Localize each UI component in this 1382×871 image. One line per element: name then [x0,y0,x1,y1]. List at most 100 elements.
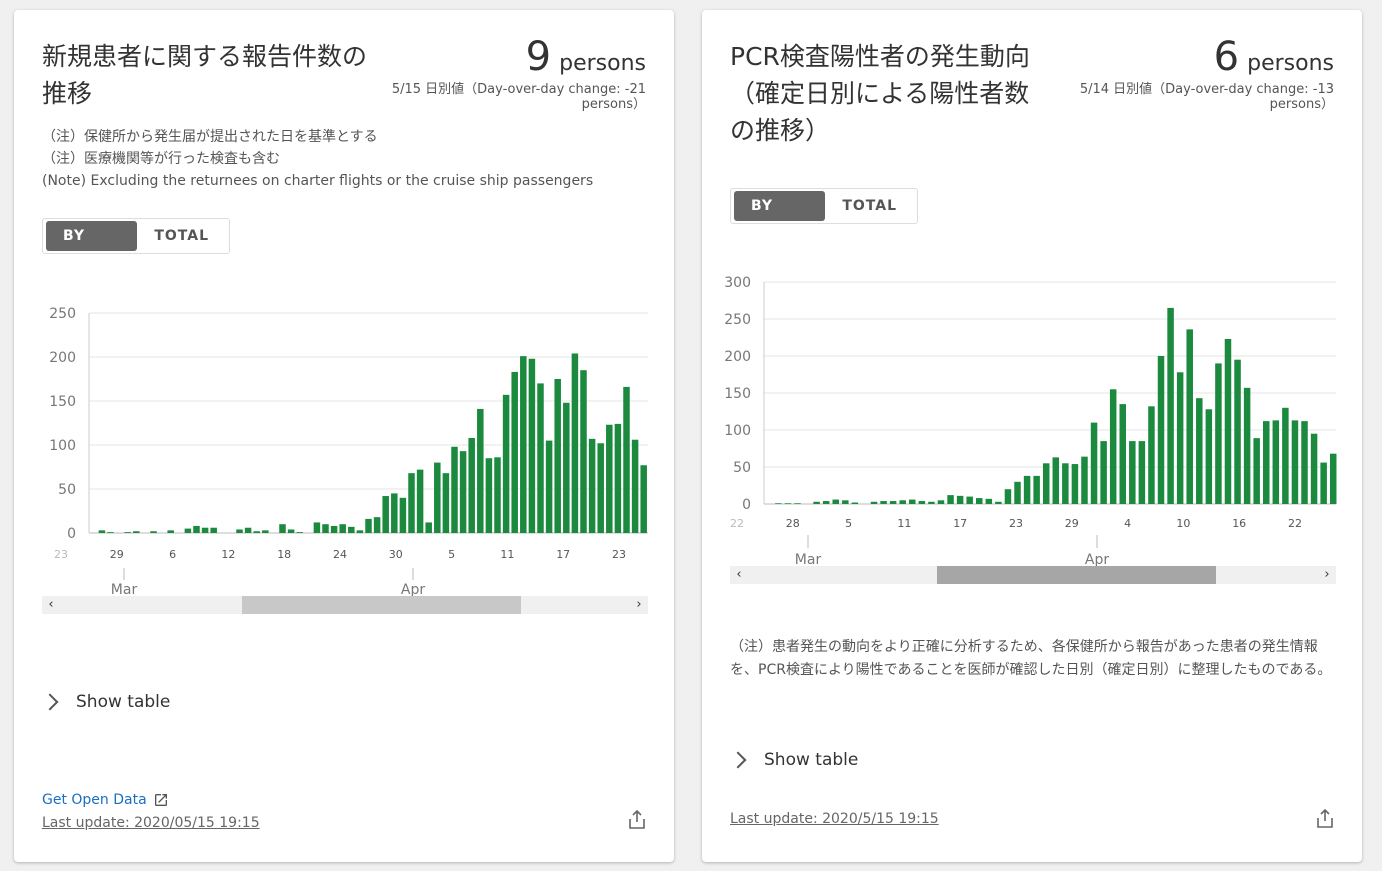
headline-subtext: 5/14 日別値（Day-over-day change: -13 person… [1079,82,1334,112]
bar [580,370,587,533]
external-link-icon [154,794,167,806]
bar [966,496,973,504]
x-tick-label: 29 [1065,517,1079,530]
bar [373,517,381,533]
by-day-button[interactable]: BY DAY [46,221,138,274]
card-title: PCR検査陽性者の発生動向（確定日別による陽性者数の推移） [730,42,1030,145]
scroll-left-icon[interactable]: ‹ [732,566,746,584]
scroll-right-icon[interactable]: › [1320,566,1334,584]
x-tick-label: 12 [221,548,235,561]
x-tick-label: 30 [389,548,403,561]
bar [1167,307,1174,504]
scrollbar-thumb[interactable] [242,596,521,614]
x-tick-label: 17 [953,517,967,530]
y-tick-label: 100 [724,423,751,439]
bar [640,465,647,533]
chevron-right-icon [729,751,747,769]
bar [775,503,782,504]
bar [244,527,252,533]
headline-number: 6 [1213,34,1240,80]
bar [399,497,407,533]
chart-scrollbar[interactable]: ‹ › [730,566,1336,584]
y-tick-label: 250 [724,312,751,328]
note-line: (Note) Excluding the returnees on charte… [42,173,594,189]
data-kind-toggle: BY DAY TOTAL [730,188,918,244]
bar [1310,433,1318,504]
bar [851,502,859,504]
bar [184,528,192,533]
bar [502,394,510,533]
card-title: 新規患者に関する報告件数の推移 [42,42,368,108]
x-tick-label: 22 [1288,517,1302,530]
bar [193,525,200,533]
last-update-link[interactable]: Last update: 2020/05/15 19:15 [42,815,260,831]
x-tick-label: 23 [54,548,68,561]
total-button[interactable]: TOTAL [137,221,226,251]
bar [279,524,286,533]
pcr-positive-card: PCR検査陽性者の発生動向（確定日別による陽性者数の推移） 6 persons 5… [702,10,1362,862]
bar [899,500,906,504]
bar [1090,422,1098,504]
show-table-toggle[interactable]: Show table [41,692,170,712]
bar [909,499,916,504]
total-button[interactable]: TOTAL [825,191,914,221]
bar [287,529,295,533]
by-day-button[interactable]: BY DAY [734,191,826,244]
x-tick-label: 11 [500,548,514,561]
x-tick-label: 10 [1176,517,1190,530]
scroll-right-icon[interactable]: › [632,596,646,614]
chart-scrollbar[interactable]: ‹ › [42,596,648,614]
scroll-left-icon[interactable]: ‹ [44,596,58,614]
y-tick-label: 200 [724,349,751,365]
x-tick-label: 18 [277,548,291,561]
bar [1282,407,1289,504]
bar [880,501,887,504]
bar [1205,409,1213,504]
bar [1033,475,1040,504]
bar [588,438,596,533]
bar [133,531,140,533]
bar [253,531,260,533]
bar [1119,404,1126,504]
bar [870,501,878,504]
last-update-link[interactable]: Last update: 2020/5/15 19:15 [730,811,939,827]
bar [947,495,954,504]
bar [1023,475,1031,504]
x-tick-label: 6 [169,548,176,561]
bar [1138,441,1146,504]
bar [262,530,269,533]
bar [528,358,536,533]
bar [842,500,849,504]
chart-description: （注）患者発生の動向をより正確に分析するため、各保健所から報告があった患者の発生… [730,639,1332,678]
open-data-label: Get Open Data [42,792,147,808]
share-icon[interactable] [628,810,646,830]
bar [1215,363,1222,504]
bar [477,408,484,533]
y-tick-label: 150 [724,386,751,402]
y-tick-label: 250 [49,306,76,322]
bar [485,458,493,533]
bar [348,526,355,533]
bar [995,501,1002,504]
bar [956,495,964,504]
bar [1004,489,1012,504]
bar [937,500,945,504]
open-data-link[interactable]: Get Open Data [42,792,169,808]
y-tick-label: 50 [733,460,751,476]
bar [98,530,106,533]
bar [928,501,935,504]
share-icon[interactable] [1316,809,1334,829]
bar [1042,463,1050,504]
bar [1243,387,1251,504]
bar [554,379,561,533]
chevron-right-icon [41,693,59,711]
bar [296,532,303,533]
scrollbar-thumb[interactable] [937,566,1216,584]
x-tick-label: 16 [1232,517,1246,530]
bar [537,383,544,533]
headline-value: 6 persons [1214,34,1334,80]
x-tick-label: 5 [448,548,455,561]
bar [1129,441,1136,504]
y-tick-label: 0 [742,497,751,513]
show-table-toggle[interactable]: Show table [729,750,858,770]
